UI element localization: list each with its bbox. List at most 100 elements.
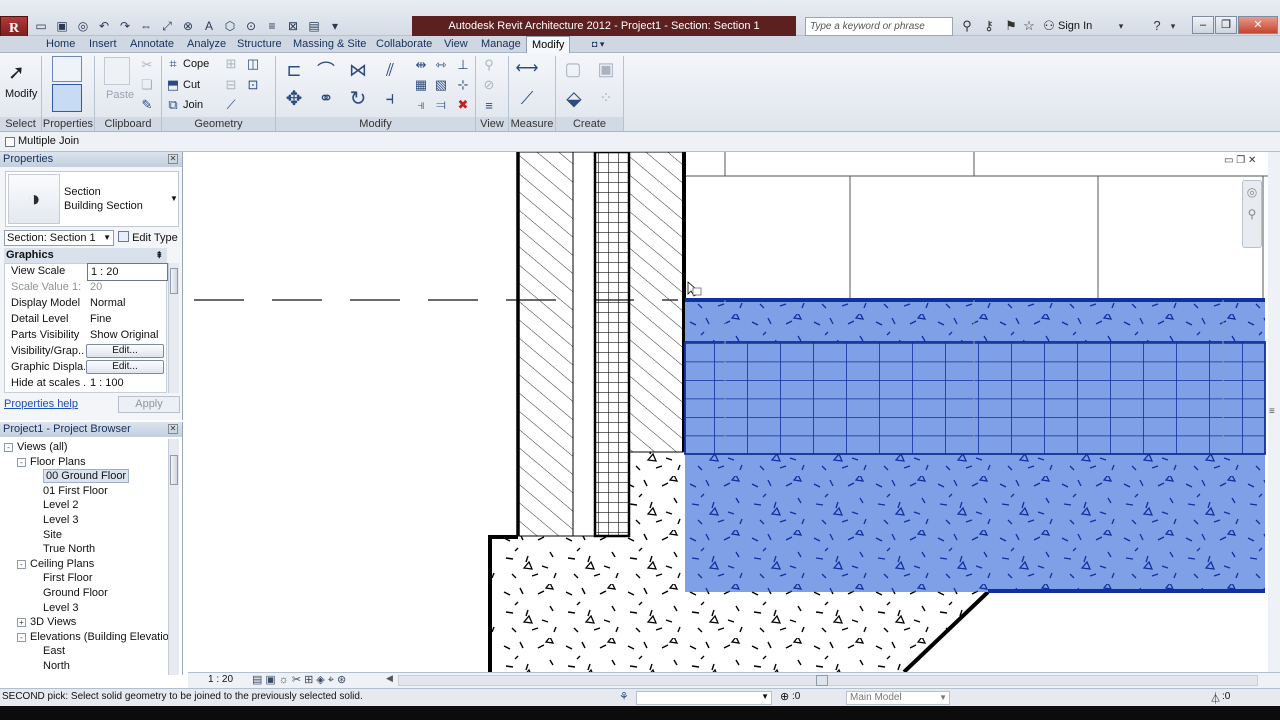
browser-node[interactable]: Site — [30, 528, 62, 543]
properties-scrollbar[interactable] — [168, 263, 179, 393]
help-dropdown-icon[interactable]: ▾ — [1164, 17, 1182, 35]
tab-structure[interactable]: Structure — [235, 36, 284, 53]
aligned-dimension-icon[interactable]: ⟋ — [513, 86, 541, 110]
collapse-icon[interactable]: - — [4, 443, 13, 452]
close-hidden-icon[interactable]: ⊠ — [284, 17, 302, 35]
panel-geometry-label[interactable]: Geometry — [162, 117, 275, 131]
copy-clipboard-icon[interactable]: ❏ — [138, 76, 156, 94]
collapse-icon[interactable]: - — [17, 559, 26, 569]
panel-properties-label[interactable]: Properties — [42, 117, 94, 131]
steering-wheel-icon[interactable]: ◎ — [1243, 185, 1261, 199]
panel-clipboard-label[interactable]: Clipboard — [95, 117, 161, 131]
tab-view[interactable]: View — [442, 36, 470, 53]
panel-measure-label[interactable]: Measure — [509, 117, 555, 131]
tab-home[interactable]: Home — [44, 36, 77, 53]
close-browser-icon[interactable]: ✕ — [168, 424, 178, 434]
modify-cursor-icon[interactable]: ➚ — [8, 60, 32, 86]
browser-node[interactable]: First Floor — [30, 571, 93, 586]
create-parts-icon[interactable]: ▣ — [594, 57, 618, 81]
canvas-hscroll-thumb[interactable] — [816, 675, 828, 686]
scroll-left-icon[interactable]: ◀ — [386, 673, 393, 684]
rotate-icon[interactable]: ↻ — [346, 86, 370, 110]
close-button[interactable]: ✕ — [1238, 16, 1278, 34]
browser-node[interactable]: 00 Ground Floor — [30, 469, 130, 484]
join-geometry-icon[interactable]: ⧉ — [164, 96, 182, 114]
prop-row-display-model[interactable]: Display Model Normal — [5, 295, 168, 311]
visibility-graphics-edit-button[interactable]: Edit... — [86, 344, 164, 358]
sign-in-link[interactable]: Sign In — [1058, 17, 1092, 35]
section-view-canvas[interactable]: ▭ ❐ ✕ ◎ ⚲ ≡ — [188, 152, 1280, 672]
cope-icon[interactable]: ⌗ — [164, 55, 182, 73]
tab-analyze[interactable]: Analyze — [185, 36, 228, 53]
open-icon[interactable]: ▭ — [32, 17, 50, 35]
close-properties-icon[interactable]: ✕ — [168, 154, 178, 164]
edit-type-button[interactable]: Edit Type — [118, 230, 180, 246]
instance-selector[interactable]: Section: Section 1 ▼ — [4, 230, 114, 246]
split-face-icon[interactable]: ◫ — [244, 55, 262, 73]
browser-node[interactable]: +3D Views — [17, 615, 76, 630]
demolish-icon[interactable]: ⊡ — [244, 76, 262, 94]
user-icon[interactable]: ⚇ — [1040, 17, 1058, 35]
sync-icon[interactable]: ◎ — [74, 17, 92, 35]
text-icon[interactable]: A — [200, 17, 218, 35]
browser-scrollbar[interactable] — [168, 439, 179, 675]
prop-value[interactable]: Normal — [87, 295, 168, 311]
wall-joins-icon[interactable]: ⊞ — [222, 55, 240, 73]
array-icon[interactable]: ▦ — [412, 76, 430, 94]
collapse-icon[interactable]: - — [17, 457, 26, 467]
browser-node[interactable]: 01 First Floor — [30, 484, 108, 499]
tab-manage[interactable]: Manage — [479, 36, 523, 53]
worksets-icon[interactable]: ⚘ — [619, 690, 629, 703]
minimize-button[interactable]: – — [1192, 16, 1214, 34]
panel-modify-label[interactable]: Modify — [276, 117, 475, 131]
multiple-join-checkbox[interactable] — [5, 137, 15, 147]
subscription-icon[interactable]: ⚷ — [980, 17, 998, 35]
canvas-hscroll[interactable] — [398, 675, 1258, 686]
prop-row-parts-visibility[interactable]: Parts Visibility Show Original — [5, 327, 168, 343]
trim-single-icon[interactable]: ⫣ — [412, 96, 430, 114]
measure-between-icon[interactable]: ⟷ — [513, 58, 541, 78]
canvas-vscroll-grip-icon[interactable]: ≡ — [1269, 406, 1275, 417]
collapse-icon[interactable]: - — [17, 632, 26, 642]
selection-count-icon[interactable]: ⊕ — [780, 690, 789, 703]
create-group-icon[interactable]: ⬙ — [561, 86, 587, 110]
align-icon[interactable]: ⊏ — [282, 58, 306, 82]
properties-toggle-icon[interactable] — [52, 84, 82, 112]
pin-icon[interactable]: ⊥ — [454, 56, 472, 74]
prop-value[interactable]: Fine — [87, 311, 168, 327]
browser-node[interactable]: - Elevations (Building Elevation — [17, 630, 168, 645]
maximize-button[interactable]: ❐ — [1215, 16, 1237, 34]
panel-view-label[interactable]: View — [476, 117, 508, 131]
match-type-icon[interactable]: ✎ — [138, 96, 156, 114]
tab-annotate[interactable]: Annotate — [128, 36, 176, 53]
tab-massing-site[interactable]: Massing & Site — [291, 36, 368, 53]
cope-label[interactable]: Cope — [183, 55, 209, 73]
view-window-controls[interactable]: ▭ ❐ ✕ — [1224, 155, 1256, 166]
cut-geometry-label[interactable]: Cut — [183, 76, 200, 94]
beam-column-joins-icon[interactable]: ⟋ — [222, 96, 240, 114]
tab-collaborate[interactable]: Collaborate — [374, 36, 434, 53]
trim-multiple-icon[interactable]: ⫤ — [432, 96, 450, 114]
communication-center-icon[interactable]: ⚑ — [1002, 17, 1020, 35]
graphics-group-header[interactable]: Graphics ⇞ — [4, 248, 167, 263]
browser-node[interactable]: Level 3 — [30, 601, 78, 616]
paste-label[interactable]: Paste — [106, 86, 134, 104]
create-assembly-icon[interactable]: ▢ — [561, 57, 585, 81]
prop-row-hide-at-scales[interactable]: Hide at scales ... 1 : 100 — [5, 375, 168, 391]
offset-icon[interactable]: ⌒ — [314, 58, 338, 82]
type-dropdown-icon[interactable]: ▼ — [170, 194, 178, 203]
prop-value[interactable]: 1 : 100 — [87, 375, 168, 391]
scale-icon[interactable]: ▧ — [432, 76, 450, 94]
favorites-icon[interactable]: ☆ — [1020, 17, 1038, 35]
browser-node[interactable]: Level 2 — [30, 498, 78, 513]
properties-scroll-thumb[interactable] — [170, 268, 178, 294]
create-similar-icon[interactable]: ⁘ — [594, 86, 618, 110]
browser-scroll-thumb[interactable] — [170, 455, 178, 485]
properties-help-link[interactable]: Properties help — [4, 398, 78, 410]
browser-node[interactable]: - Views (all) — [4, 440, 68, 455]
filter-icon[interactable]: ⏃ — [1210, 690, 1221, 706]
view-controls-icons[interactable]: ▤▣☼✂⊞◈⌖⊛ — [252, 673, 349, 687]
unpin-icon[interactable]: ⊹ — [454, 76, 472, 94]
linework-icon[interactable]: ≡ — [480, 96, 498, 114]
design-option-selector[interactable]: Main Model ▼ — [846, 691, 950, 705]
